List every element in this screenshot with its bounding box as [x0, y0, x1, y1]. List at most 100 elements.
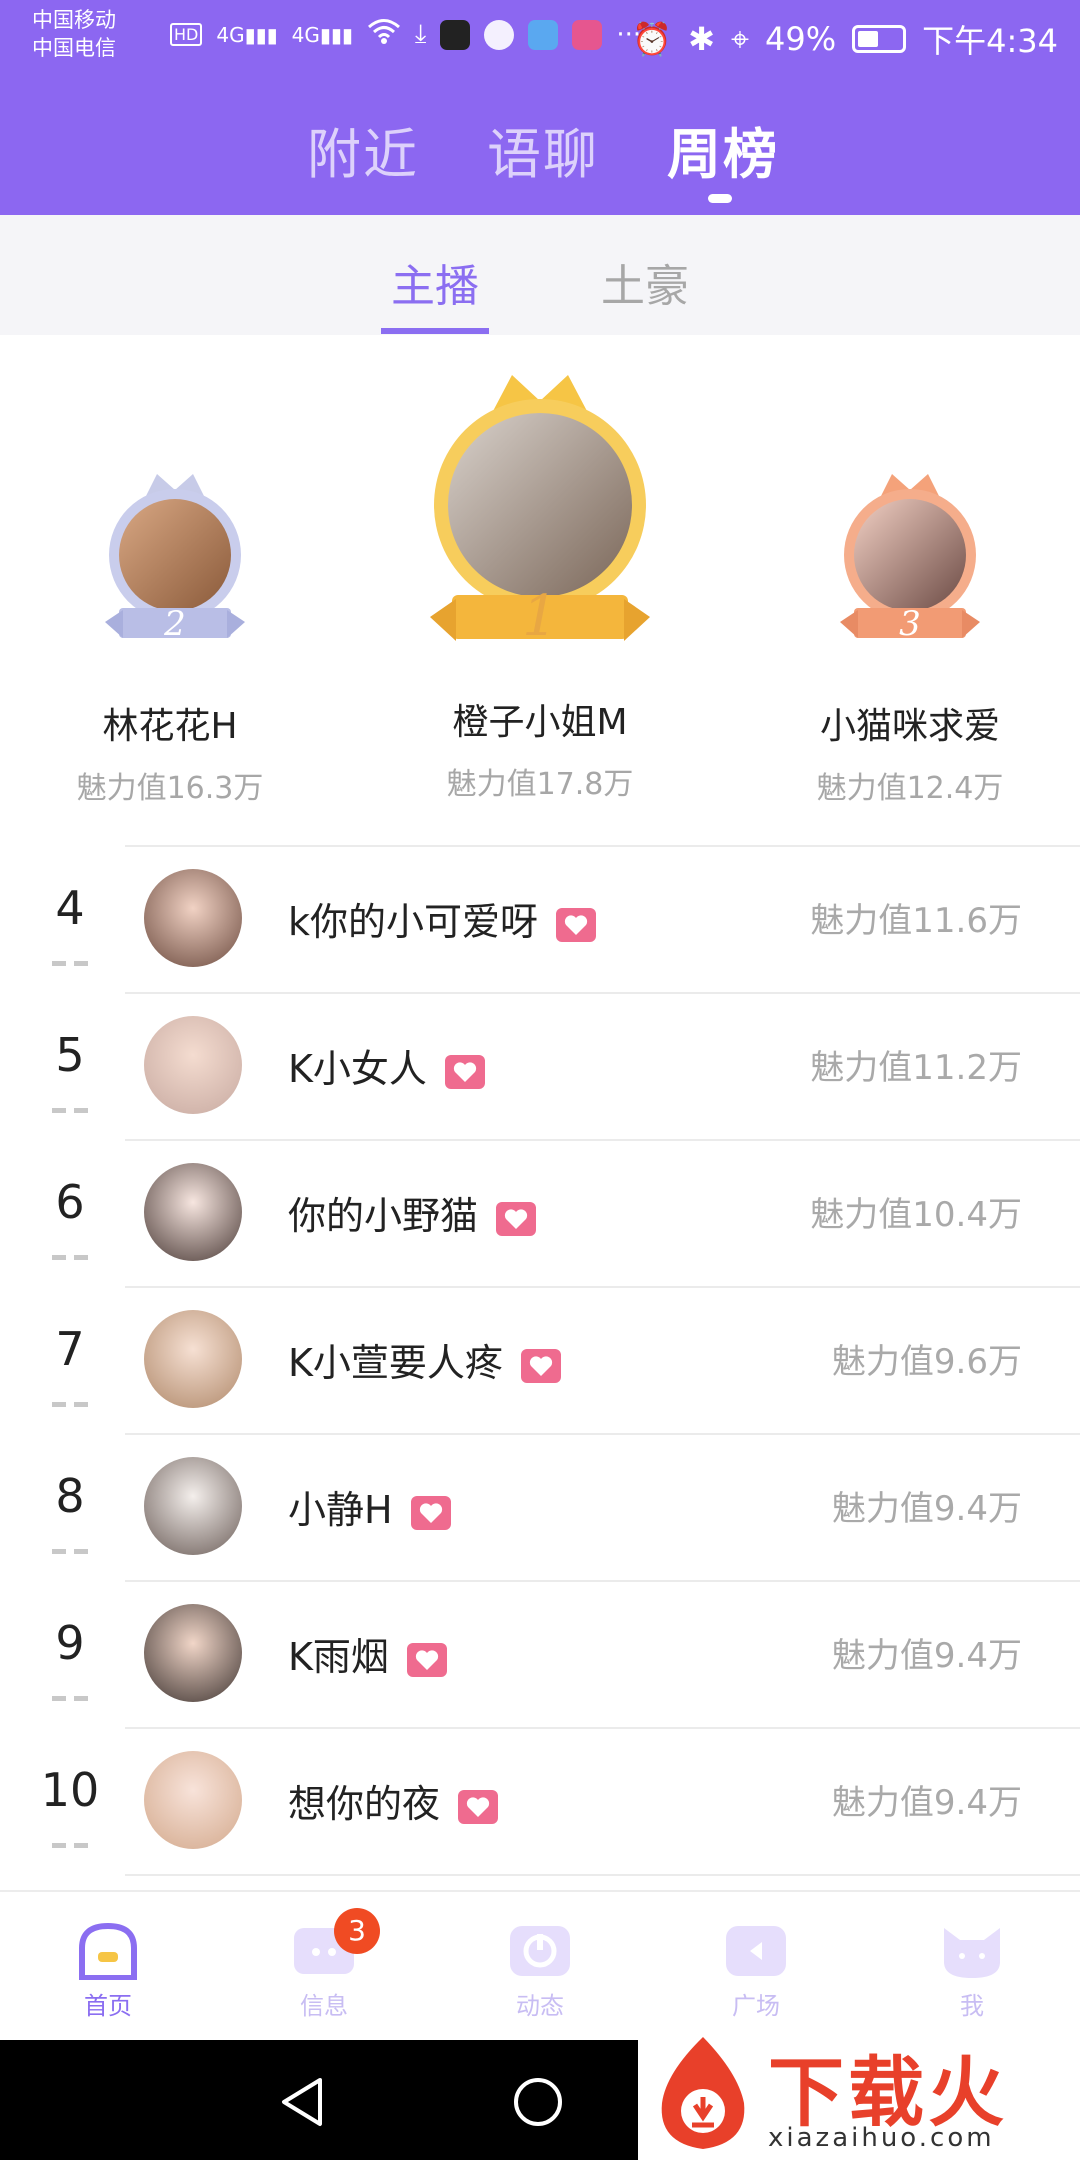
bronze-crown-avatar: 3	[840, 474, 980, 644]
rank-1-label: 1	[522, 584, 558, 649]
list-item[interactable]: 4 k你的小可爱呀 魅力值11.6万	[0, 845, 1080, 992]
podium-name: 小猫咪求爱	[819, 706, 1000, 747]
list-item[interactable]: 5 K小女人 魅力值11.2万	[0, 992, 1080, 1139]
gold-crown-avatar: 1	[430, 375, 650, 649]
watermark-url: xiazaihuo.com	[768, 2123, 995, 2153]
heart-icon	[458, 1789, 499, 1824]
signal-icon: 4G▮▮▮	[216, 22, 278, 47]
list-item[interactable]: 7 K小萱要人疼 魅力值9.6万	[0, 1286, 1080, 1433]
tab-indicator	[708, 194, 732, 203]
user-name: K小女人	[288, 1047, 427, 1091]
bottom-nav: 首页 信息 3 动态 广场 我	[0, 1890, 1080, 2040]
nav-square-label: 广场	[732, 1992, 780, 2020]
battery-percent: 49%	[765, 20, 837, 58]
signal-icon-2: 4G▮▮▮	[291, 22, 353, 47]
location-icon: ⌖	[730, 19, 749, 58]
heart-icon	[556, 907, 597, 942]
main-tabs: 附近 语聊 周榜	[0, 100, 1080, 186]
avatar[interactable]	[144, 1163, 242, 1261]
divider	[125, 845, 1080, 847]
browser-icon	[528, 19, 559, 50]
charm-score: 魅力值9.4万	[831, 1783, 1022, 1823]
divider	[125, 1139, 1080, 1141]
charm-score: 魅力值11.6万	[810, 901, 1022, 941]
rank-change-icon	[52, 1402, 88, 1407]
rank-number: 7	[55, 1322, 85, 1376]
divider	[125, 1286, 1080, 1288]
home-circle-icon[interactable]	[512, 2076, 564, 2128]
podium-name: 林花花H	[102, 706, 238, 747]
avatar[interactable]	[144, 1751, 242, 1849]
list-item[interactable]: 6 你的小野猫 魅力值10.4万	[0, 1139, 1080, 1286]
charm-score: 魅力值11.2万	[810, 1048, 1022, 1088]
subtab-anchor[interactable]: 主播	[391, 250, 479, 314]
profile-icon	[944, 1928, 1000, 1978]
charm-score: 魅力值9.6万	[831, 1342, 1022, 1382]
rank-change-icon	[52, 961, 88, 966]
avatar[interactable]	[144, 1310, 242, 1408]
list-item[interactable]: 8 小静H 魅力值9.4万	[0, 1433, 1080, 1580]
user-name: 小静H	[288, 1488, 393, 1532]
clock: 下午4:34	[922, 22, 1058, 60]
flame-logo-icon	[661, 2037, 745, 2149]
charm-score: 魅力值10.4万	[810, 1195, 1022, 1235]
status-bar: 中国移动 中国电信 HD 4G▮▮▮ 4G▮▮▮ ⤓ ··· ⏰ ✱ ⌖ 49%…	[0, 0, 1080, 75]
tab-nearby[interactable]: 附近	[307, 110, 419, 189]
nav-messages-label: 信息	[300, 1992, 348, 2020]
rank-change-icon	[52, 1255, 88, 1260]
avatar[interactable]	[144, 1457, 242, 1555]
nav-profile-label: 我	[960, 1992, 984, 2020]
nav-square[interactable]: 广场	[686, 1922, 826, 2021]
charm-score: 魅力值9.4万	[831, 1489, 1022, 1529]
list-item[interactable]: 10 想你的夜 魅力值9.4万	[0, 1727, 1080, 1874]
podium-score: 魅力值17.8万	[446, 767, 634, 802]
subtab-tycoon[interactable]: 土豪	[601, 250, 689, 314]
rank-number: 10	[40, 1763, 100, 1817]
heart-icon	[410, 1495, 451, 1530]
avatar[interactable]	[144, 869, 242, 967]
podium-name: 橙子小姐M	[452, 702, 628, 743]
hd-icon: HD	[170, 23, 203, 46]
user-name: K雨烟	[288, 1635, 389, 1679]
nav-profile[interactable]: 我	[902, 1922, 1042, 2021]
rank-number: 9	[55, 1616, 85, 1670]
tab-weekly-rank[interactable]: 周榜	[667, 110, 779, 189]
alarm-icon: ⏰	[632, 20, 673, 58]
podium-rank-3[interactable]: 3 小猫咪求爱 魅力值12.4万	[790, 335, 1030, 815]
video-icon	[572, 19, 603, 50]
avatar[interactable]	[144, 1604, 242, 1702]
back-icon[interactable]	[278, 2076, 326, 2128]
list-item[interactable]: 9 K雨烟 魅力值9.4万	[0, 1580, 1080, 1727]
download-icon: ⤓	[414, 19, 427, 49]
charm-score: 魅力值9.4万	[831, 1636, 1022, 1676]
rank-change-icon	[52, 1696, 88, 1701]
wifi-icon	[367, 18, 401, 51]
divider	[125, 1874, 1080, 1876]
nav-moments-label: 动态	[516, 1992, 564, 2020]
divider	[125, 1433, 1080, 1435]
podium-rank-1[interactable]: 1 橙子小姐M 魅力值17.8万	[420, 335, 660, 815]
app-icon	[484, 19, 515, 50]
nav-home[interactable]: 首页	[38, 1922, 178, 2021]
watermark-logo: 下载火 xiazaihuo.com	[638, 2023, 1080, 2160]
heart-icon	[520, 1348, 561, 1383]
battery-icon	[852, 25, 907, 53]
nav-home-label: 首页	[84, 1992, 132, 2020]
carrier-info: 中国移动 中国电信	[32, 6, 116, 62]
divider	[125, 992, 1080, 994]
user-name: 想你的夜	[288, 1782, 441, 1826]
podium-rank-2[interactable]: 2 林花花H 魅力值16.3万	[50, 335, 290, 815]
carrier-1: 中国移动	[32, 8, 116, 32]
podium: 2 林花花H 魅力值16.3万 1 橙子小姐M 魅力值17.8万 3 小猫咪求爱…	[0, 335, 1080, 845]
nav-moments[interactable]: 动态	[470, 1922, 610, 2021]
avatar[interactable]	[144, 1016, 242, 1114]
user-name: K小萱要人疼	[288, 1341, 503, 1385]
subtab-underline	[381, 328, 489, 334]
header: 中国移动 中国电信 HD 4G▮▮▮ 4G▮▮▮ ⤓ ··· ⏰ ✱ ⌖ 49%…	[0, 0, 1080, 215]
tab-voice-chat[interactable]: 语聊	[487, 110, 599, 189]
podium-score: 魅力值12.4万	[816, 771, 1004, 806]
square-icon	[726, 1926, 786, 1976]
rank-2-label: 2	[163, 604, 186, 644]
home-icon	[79, 1922, 137, 1980]
nav-messages[interactable]: 信息 3	[254, 1908, 394, 2021]
